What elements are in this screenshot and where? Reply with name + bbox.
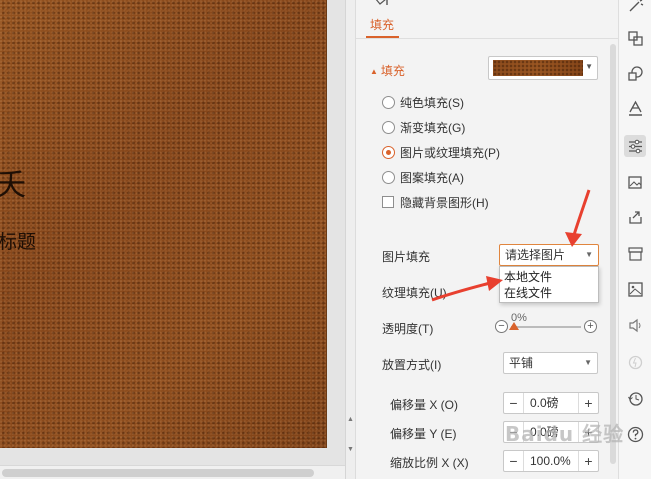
radio-label: 渐变填充(G) bbox=[400, 120, 466, 135]
help-icon[interactable] bbox=[624, 423, 646, 445]
scroll-down-arrow-icon[interactable]: ▼ bbox=[347, 446, 354, 453]
hide-background-checkbox-row[interactable]: 隐藏背景图形(H) bbox=[382, 193, 489, 211]
hide-background-checkbox[interactable] bbox=[382, 196, 394, 208]
scale-x-label: 缩放比例 X (X) bbox=[390, 456, 469, 470]
offset-x-stepper[interactable]: − 0.0磅 + bbox=[503, 392, 599, 414]
share-icon[interactable] bbox=[624, 206, 646, 228]
radio-solid-fill[interactable]: 纯色填充(S) bbox=[382, 93, 464, 111]
placement-label: 放置方式(I) bbox=[382, 358, 442, 372]
copy-shapes-icon[interactable] bbox=[624, 27, 646, 49]
offset-x-value[interactable]: 0.0磅 bbox=[530, 393, 559, 413]
scale-x-stepper[interactable]: − 100.0% + bbox=[503, 450, 599, 472]
leather-texture-swatch bbox=[493, 60, 583, 76]
divider bbox=[356, 38, 619, 39]
chevron-down-icon: ▼ bbox=[584, 358, 592, 367]
checkbox-label: 隐藏背景图形(H) bbox=[400, 195, 489, 210]
radio-label: 图案填充(A) bbox=[400, 170, 464, 185]
chevron-down-icon: ▼ bbox=[585, 62, 593, 71]
chevron-down-icon: ▼ bbox=[585, 250, 593, 259]
transparency-increase-button[interactable]: + bbox=[584, 320, 597, 333]
transparency-slider-thumb[interactable] bbox=[509, 322, 519, 330]
menu-item-online-file[interactable]: 在线文件 bbox=[500, 285, 598, 301]
tab-fill[interactable]: 填充 bbox=[367, 16, 397, 33]
sound-icon[interactable] bbox=[624, 314, 646, 336]
disabled-icon bbox=[624, 351, 646, 373]
decrement-button[interactable]: − bbox=[504, 393, 524, 413]
scale-x-value[interactable]: 100.0% bbox=[530, 451, 571, 471]
placement-select[interactable]: 平铺 ▼ bbox=[503, 352, 598, 374]
increment-button[interactable]: + bbox=[578, 393, 598, 413]
radio-label: 图片或纹理填充(P) bbox=[400, 145, 500, 160]
archive-icon[interactable] bbox=[624, 242, 646, 264]
menu-item-local-file[interactable]: 本地文件 bbox=[500, 269, 598, 285]
radio-pattern-fill[interactable]: 图案填充(A) bbox=[382, 168, 464, 186]
radio-button[interactable] bbox=[382, 95, 395, 109]
fill-preview-dropdown[interactable]: ▼ bbox=[488, 56, 598, 80]
increment-button[interactable]: + bbox=[578, 451, 598, 471]
collapse-triangle-icon: ▲ bbox=[370, 67, 378, 76]
picture-fill-select[interactable]: 请选择图片 ▼ bbox=[499, 244, 599, 266]
pane-scrollbar[interactable] bbox=[610, 44, 616, 464]
placement-value: 平铺 bbox=[509, 356, 534, 370]
decrement-button[interactable]: − bbox=[504, 451, 524, 471]
radio-button[interactable] bbox=[382, 170, 395, 184]
properties-icon[interactable] bbox=[624, 135, 646, 157]
transparency-label: 透明度(T) bbox=[382, 322, 434, 336]
picture-icon[interactable] bbox=[624, 278, 646, 300]
offset-y-label: 偏移量 Y (E) bbox=[390, 427, 457, 441]
history-icon[interactable] bbox=[624, 387, 646, 409]
slide-subtitle-text[interactable]: 标题 bbox=[0, 227, 36, 254]
shapes-icon[interactable] bbox=[624, 62, 646, 84]
watermark: Baidu 经验 bbox=[505, 422, 625, 446]
transparency-slider-track[interactable] bbox=[511, 326, 581, 328]
property-pane: 填充 ▲ 填充 ▼ 纯色填充(S) 渐变填充(G) 图片或纹理填充(P) 图案填充… bbox=[355, 0, 619, 479]
pane-splitter[interactable]: ▲ ▼ bbox=[345, 0, 355, 479]
fill-section-label: 填充 bbox=[380, 64, 405, 78]
magic-icon[interactable] bbox=[624, 0, 646, 16]
fill-bucket-icon[interactable] bbox=[373, 0, 389, 8]
slide-title-text[interactable]: 夭 bbox=[0, 160, 26, 204]
slide-canvas-area: 夭 标题 bbox=[0, 0, 345, 479]
texture-fill-label: 纹理填充(U) bbox=[382, 286, 447, 300]
picture-fill-dropdown-menu: 本地文件 在线文件 bbox=[499, 266, 599, 303]
horizontal-scrollbar-thumb[interactable] bbox=[2, 469, 314, 477]
radio-button[interactable] bbox=[382, 120, 395, 134]
slide[interactable]: 夭 标题 bbox=[0, 0, 327, 448]
radio-label: 纯色填充(S) bbox=[400, 95, 464, 110]
transparency-decrease-button[interactable]: − bbox=[495, 320, 508, 333]
fill-section-header[interactable]: ▲ 填充 bbox=[370, 62, 405, 79]
radio-button-selected[interactable] bbox=[382, 145, 395, 159]
offset-x-label: 偏移量 X (O) bbox=[390, 398, 458, 412]
scroll-up-arrow-icon[interactable]: ▲ bbox=[347, 416, 354, 423]
text-style-icon[interactable] bbox=[624, 97, 646, 119]
radio-picture-texture-fill[interactable]: 图片或纹理填充(P) bbox=[382, 143, 500, 161]
right-toolbar bbox=[618, 0, 651, 479]
radio-gradient-fill[interactable]: 渐变填充(G) bbox=[382, 118, 465, 136]
image-gallery-icon[interactable] bbox=[624, 171, 646, 193]
picture-fill-value: 请选择图片 bbox=[505, 248, 566, 262]
horizontal-scrollbar[interactable] bbox=[0, 465, 345, 479]
picture-fill-label: 图片填充 bbox=[382, 250, 431, 264]
